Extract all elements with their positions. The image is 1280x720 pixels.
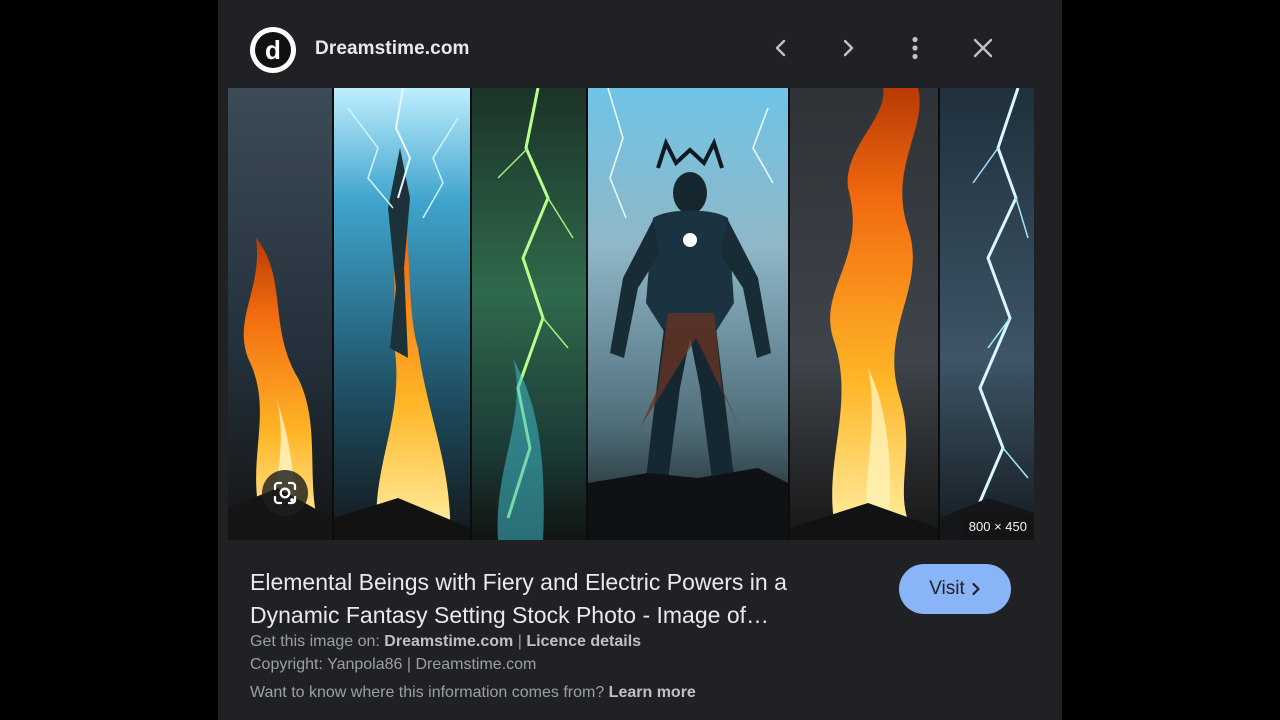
more-options-button[interactable]: [897, 30, 933, 66]
previous-button[interactable]: [763, 30, 799, 66]
image-dimensions-badge: 800 × 450: [961, 514, 1034, 540]
next-button[interactable]: [830, 30, 866, 66]
result-title[interactable]: Elemental Beings with Fiery and Electric…: [250, 566, 870, 632]
chevron-right-icon: [843, 39, 854, 57]
learn-more-link[interactable]: Learn more: [609, 684, 696, 701]
separator: |: [517, 633, 522, 650]
site-logo-letter: d: [255, 32, 291, 68]
site-name[interactable]: Dreamstime.com: [315, 38, 470, 60]
get-image-prefix: Get this image on:: [250, 633, 380, 650]
site-logo[interactable]: d: [250, 27, 296, 73]
chevron-right-icon: [972, 582, 980, 596]
visit-button[interactable]: Visit: [899, 564, 1011, 614]
google-lens-icon: [273, 481, 297, 505]
viewer-header: d Dreamstime.com: [218, 0, 1062, 88]
close-icon: [973, 38, 993, 58]
source-line: Get this image on: Dreamstime.com | Lice…: [250, 633, 641, 651]
source-site-link[interactable]: Dreamstime.com: [384, 633, 513, 650]
copyright-line: Copyright: Yanpola86 | Dreamstime.com: [250, 656, 537, 673]
info-line: Want to know where this information come…: [250, 684, 696, 702]
google-lens-button[interactable]: [262, 470, 308, 516]
fantasy-artwork: [228, 88, 1034, 540]
chevron-left-icon: [775, 39, 786, 57]
licence-details-link[interactable]: Licence details: [526, 633, 641, 650]
image-viewer-panel: d Dreamstime.com 800 × 450 Elemental Bei…: [218, 0, 1062, 720]
more-vert-icon: [912, 36, 918, 60]
close-button[interactable]: [965, 30, 1001, 66]
info-question: Want to know where this information come…: [250, 684, 605, 701]
preview-image[interactable]: 800 × 450: [228, 88, 1034, 540]
visit-button-label: Visit: [929, 578, 965, 599]
